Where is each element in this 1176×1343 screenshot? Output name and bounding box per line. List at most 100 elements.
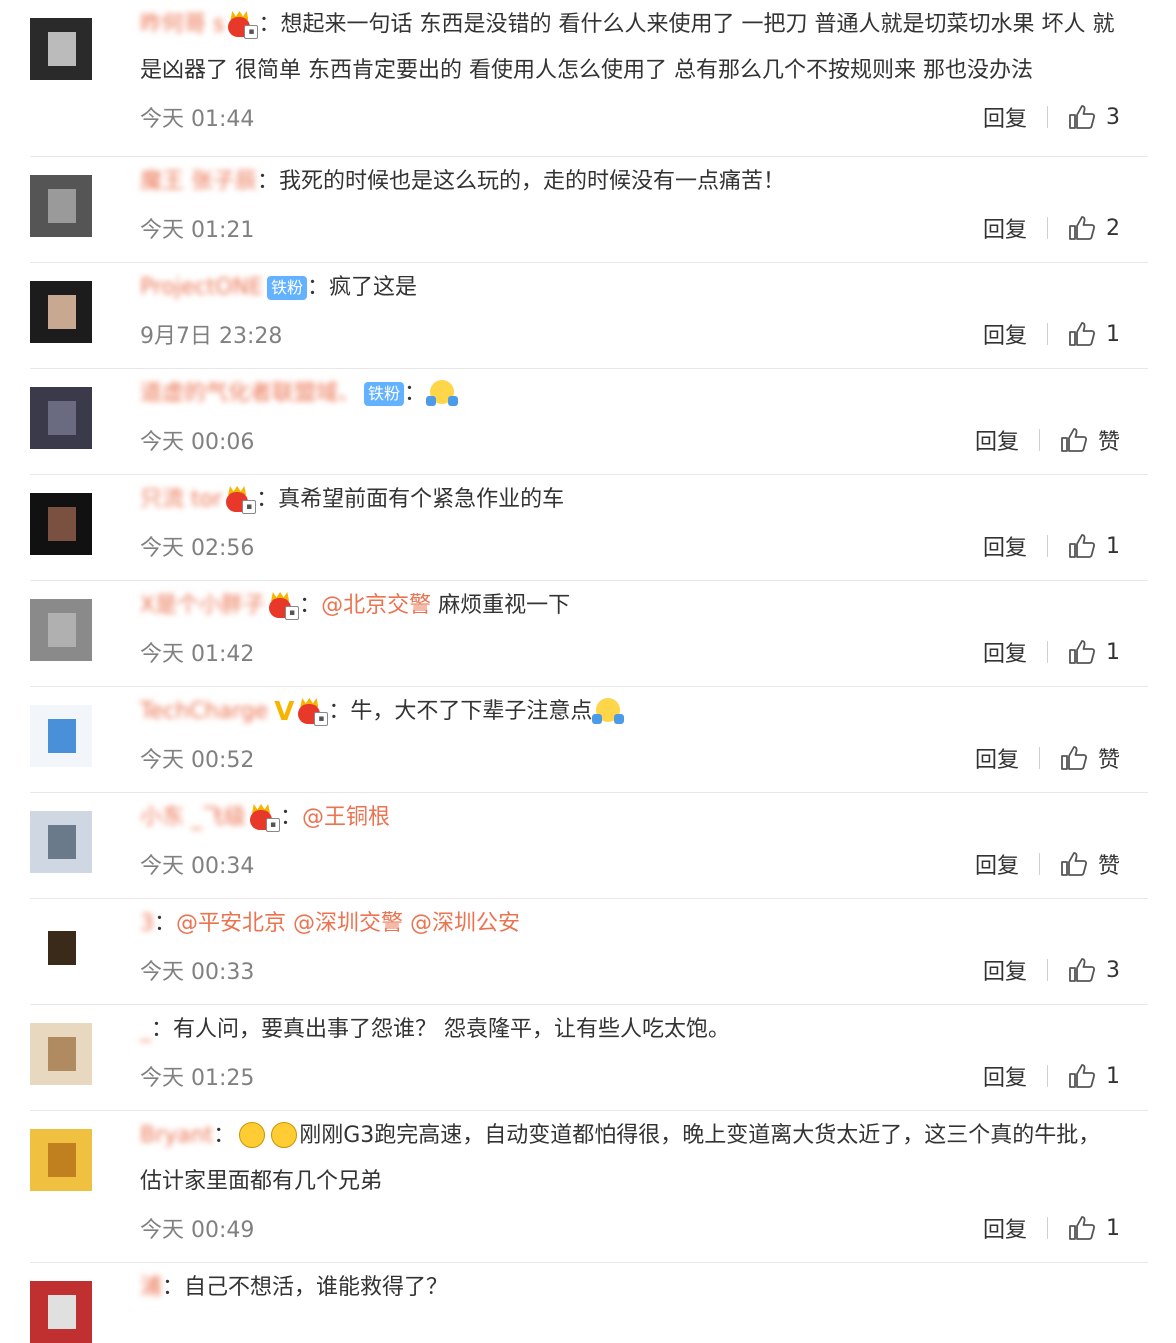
thumbs-up-icon — [1069, 322, 1096, 346]
comment-item: _：有人问，要真出事了怨谁？ 怨袁隆平，让有些人吃太饱。今天 01:25 回复 1 — [30, 1005, 1148, 1111]
user-name[interactable]: Bryant — [140, 1113, 213, 1159]
divider — [1038, 853, 1040, 875]
laugh-cry-emoji-icon — [235, 1120, 267, 1152]
comment-meta: 今天 00:06 回复 赞 — [140, 417, 1120, 463]
comment-item: TechCharge V ▪ ：牛，大不了下辈子注意点今天 00:52 回复 赞 — [30, 687, 1148, 793]
reply-button[interactable]: 回复 — [983, 101, 1027, 133]
avatar[interactable] — [30, 175, 92, 237]
divider — [1038, 429, 1040, 451]
avatar[interactable] — [30, 493, 92, 555]
divider — [1047, 1217, 1048, 1239]
like-count: 3 — [1106, 957, 1120, 983]
reply-button[interactable]: 回复 — [983, 1212, 1027, 1244]
colon: ： — [151, 1017, 174, 1042]
avatar[interactable] — [30, 599, 92, 661]
avatar[interactable] — [30, 387, 92, 449]
like-button[interactable]: 1 — [1068, 533, 1120, 559]
avatar[interactable] — [30, 1281, 92, 1343]
thumbs-up-icon — [1069, 534, 1096, 558]
comment-item: 只流 tor ▪ ：真希望前面有个紧急作业的车 今天 02:56 回复 1 — [30, 475, 1148, 581]
mention-link[interactable]: @深圳交警 — [293, 911, 403, 936]
user-name[interactable]: 只流 tor — [140, 477, 222, 523]
avatar[interactable] — [30, 705, 92, 767]
reply-button[interactable]: 回复 — [983, 1060, 1027, 1092]
timestamp: 今天 00:52 — [140, 748, 255, 773]
like-button[interactable]: 赞 — [1060, 424, 1120, 456]
like-button[interactable]: 1 — [1068, 1063, 1120, 1089]
avatar[interactable] — [30, 18, 92, 80]
comment-item: ProjectONE 铁粉 ：疯了这是 9月7日 23:28 回复 1 — [30, 263, 1148, 369]
user-name[interactable]: TechCharge — [140, 689, 268, 735]
user-name[interactable]: X是个小胖子 — [140, 583, 265, 629]
reply-button[interactable]: 回复 — [983, 636, 1027, 668]
user-name[interactable]: 浦 — [140, 1265, 162, 1311]
avatar[interactable] — [30, 1129, 92, 1191]
like-button[interactable]: 3 — [1068, 104, 1120, 130]
like-button[interactable]: 赞 — [1060, 742, 1120, 774]
comment-text: 小东 _飞级 ▪ ：@王铜根 — [140, 795, 1120, 841]
like-button[interactable]: 3 — [1068, 957, 1120, 983]
mention-link[interactable]: @北京交警 — [321, 593, 431, 618]
comment-meta: 今天 00:52 回复 赞 — [140, 735, 1120, 781]
divider — [1047, 641, 1048, 663]
like-button[interactable]: 1 — [1068, 1215, 1120, 1241]
member-crown-icon: ▪ — [228, 11, 259, 39]
reply-button[interactable]: 回复 — [975, 848, 1019, 880]
like-button[interactable]: 1 — [1068, 639, 1120, 665]
like-count: 1 — [1106, 533, 1120, 559]
comment-meta: 今天 02:56 回复 1 — [140, 523, 1120, 569]
reply-button[interactable]: 回复 — [975, 424, 1019, 456]
fan-badge: 铁粉 — [266, 276, 307, 300]
reply-button[interactable]: 回复 — [983, 318, 1027, 350]
comment-body: 我死的时候也是这么玩的，走的时候没有一点痛苦！ — [279, 169, 786, 194]
like-button[interactable]: 1 — [1068, 321, 1120, 347]
user-name[interactable]: 道虚的气化者联盟域、 — [140, 371, 360, 417]
mention-link[interactable]: @平安北京 — [176, 911, 286, 936]
reply-button[interactable]: 回复 — [983, 530, 1027, 562]
colon: ： — [162, 1275, 185, 1300]
user-name[interactable]: 昨何哥 s — [140, 2, 224, 48]
like-count: 赞 — [1097, 854, 1120, 879]
comment-text: TechCharge V ▪ ：牛，大不了下辈子注意点 — [140, 689, 1120, 735]
laugh-cry-emoji-icon — [267, 1120, 299, 1152]
reply-button[interactable]: 回复 — [983, 954, 1027, 986]
verified-icon: V — [274, 697, 295, 727]
colon: ： — [256, 487, 279, 512]
shrug-emoji-icon — [426, 378, 459, 410]
mention-link[interactable]: @深圳公安 — [410, 911, 520, 936]
user-name[interactable]: 魔王 张子辰 — [140, 159, 257, 205]
like-button[interactable]: 赞 — [1060, 848, 1120, 880]
colon: ： — [280, 805, 303, 830]
user-name[interactable]: _ — [140, 1007, 151, 1053]
reply-button[interactable]: 回复 — [983, 212, 1027, 244]
comment-meta: 今天 01:21 回复 2 — [140, 205, 1120, 251]
avatar[interactable] — [30, 811, 92, 873]
comment-body: 有人问，要真出事了怨谁？ 怨袁隆平，让有些人吃太饱。 — [173, 1017, 731, 1042]
timestamp: 今天 01:25 — [140, 1066, 255, 1091]
timestamp: 今天 00:49 — [140, 1218, 255, 1243]
shrug-emoji-icon — [592, 696, 625, 728]
avatar[interactable] — [30, 917, 92, 979]
comment-item: X是个小胖子 ▪ ：@北京交警 麻烦重视一下 今天 01:42 回复 1 — [30, 581, 1148, 687]
timestamp: 今天 01:21 — [140, 218, 255, 243]
reply-button[interactable]: 回复 — [975, 742, 1019, 774]
colon: ： — [306, 275, 329, 300]
colon: ： — [328, 699, 351, 724]
colon: ： — [258, 12, 281, 37]
comment-text: 只流 tor ▪ ：真希望前面有个紧急作业的车 — [140, 477, 1120, 523]
timestamp: 今天 01:42 — [140, 642, 255, 667]
user-name[interactable]: ProjectONE — [140, 265, 263, 311]
like-count: 3 — [1106, 104, 1120, 130]
comment-item: 小东 _飞级 ▪ ：@王铜根 今天 00:34 回复 赞 — [30, 793, 1148, 899]
divider — [1047, 959, 1048, 981]
thumbs-up-icon — [1069, 958, 1096, 982]
user-name[interactable]: 小东 _飞级 — [140, 795, 246, 841]
user-name[interactable]: 3 — [140, 901, 154, 947]
mention-link[interactable]: @王铜根 — [302, 805, 390, 830]
like-button[interactable]: 2 — [1068, 215, 1120, 241]
fan-badge: 铁粉 — [364, 382, 405, 406]
avatar[interactable] — [30, 1023, 92, 1085]
colon: ： — [213, 1123, 236, 1148]
avatar[interactable] — [30, 281, 92, 343]
like-count: 2 — [1106, 215, 1120, 241]
